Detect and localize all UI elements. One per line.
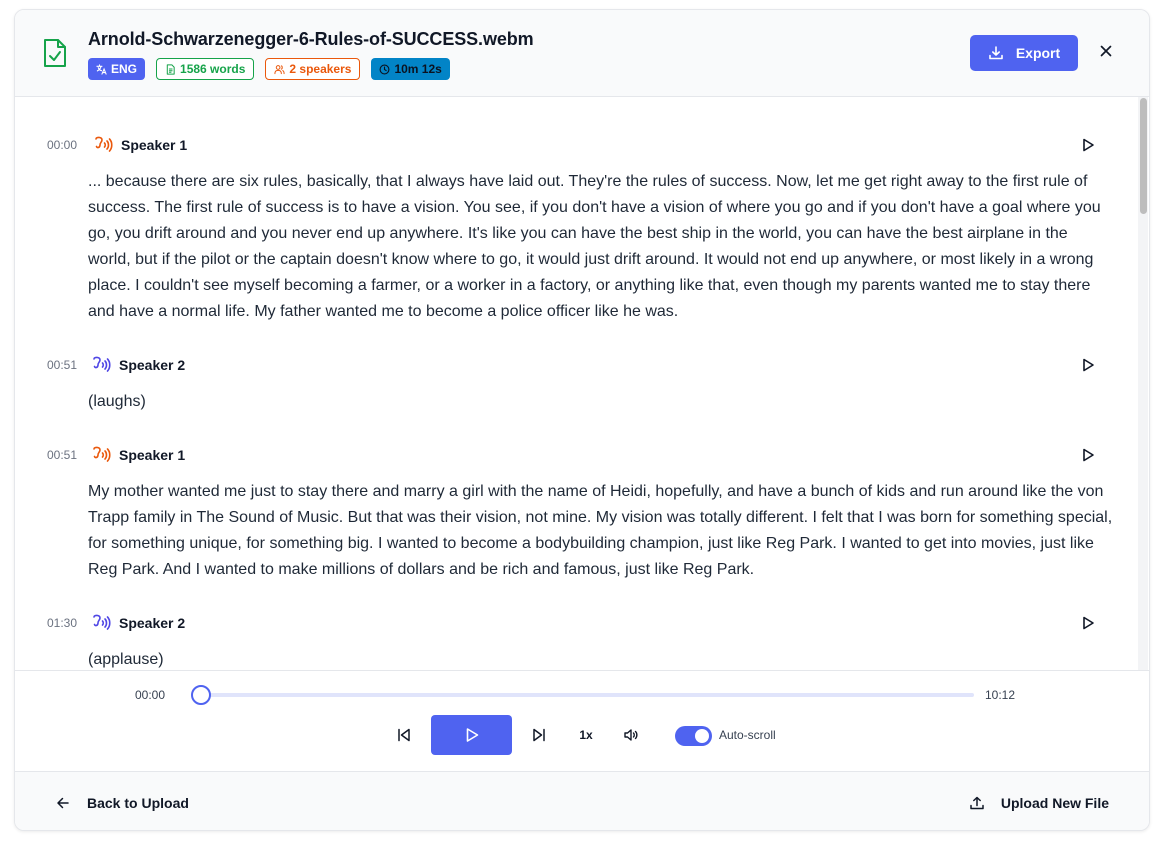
segment-text: My mother wanted me just to stay there a… — [88, 483, 1113, 578]
play-icon — [1083, 616, 1094, 630]
segment-time[interactable]: 01:30 — [47, 616, 77, 630]
transcript-list[interactable]: 00:00 Speaker 1 ... because there are si… — [15, 97, 1149, 670]
language-label: ENG — [111, 62, 138, 76]
autoscroll-label: Auto-scroll — [719, 728, 776, 742]
transcript-scrollbar[interactable] — [1138, 97, 1148, 670]
export-button[interactable]: Export — [970, 35, 1078, 71]
seek-bar-thumb[interactable] — [191, 685, 211, 705]
back-label: Back to Upload — [87, 795, 189, 811]
volume-icon — [624, 729, 638, 741]
play-icon — [1083, 358, 1094, 372]
current-time: 00:00 — [135, 688, 166, 702]
file-title: Arnold-Schwarzenegger-6-Rules-of-SUCCESS… — [88, 29, 534, 49]
speaker-name: Speaker 2 — [119, 357, 186, 373]
upload-label: Upload New File — [1000, 795, 1109, 811]
skip-back-icon — [398, 728, 410, 742]
duration-label: 10m 12s — [394, 62, 442, 76]
speaker-name: Speaker 1 — [121, 137, 188, 153]
play-icon — [1083, 138, 1094, 152]
speaker-voice-icon — [93, 446, 111, 462]
users-icon — [274, 64, 285, 74]
word-count-badge: 1586 words — [156, 58, 255, 80]
file-badges: ENG 1586 words 2 speakers 10m 12s — [88, 58, 450, 80]
segment-play-button[interactable] — [1079, 446, 1097, 464]
transcript-segment: 01:30 Speaker 2 (applause) — [15, 613, 1135, 668]
transcript-segment: 00:51 Speaker 1 My mother wanted me just… — [15, 445, 1135, 578]
segment-text: ... because there are six rules, basical… — [88, 173, 1101, 320]
clock-icon — [380, 64, 390, 74]
transcript-segment: 00:00 Speaker 1 ... because there are si… — [15, 135, 1135, 320]
arrow-left-icon — [57, 797, 69, 809]
segment-time[interactable]: 00:00 — [47, 138, 77, 152]
transcript-segment: 00:51 Speaker 2 (laughs) — [15, 355, 1135, 410]
playback-speed-button[interactable]: 1x — [575, 726, 597, 744]
word-count-label: 1586 words — [180, 62, 246, 76]
transcript-card: Arnold-Schwarzenegger-6-Rules-of-SUCCESS… — [14, 9, 1150, 831]
play-icon — [466, 728, 478, 742]
document-icon — [166, 63, 175, 75]
total-time: 10:12 — [985, 688, 1016, 702]
duration-badge: 10m 12s — [371, 58, 450, 80]
download-icon — [989, 46, 1003, 60]
speaker-voice-icon — [95, 136, 113, 152]
close-icon — [1100, 45, 1112, 57]
segment-text: (applause) — [88, 651, 164, 668]
segment-time[interactable]: 00:51 — [47, 358, 77, 372]
close-button[interactable] — [1096, 41, 1116, 61]
speaker-name: Speaker 2 — [119, 615, 186, 631]
segment-play-button[interactable] — [1079, 136, 1097, 154]
speaker-count-badge: 2 speakers — [265, 58, 361, 80]
speaker-count-label: 2 speakers — [289, 62, 352, 76]
play-icon — [1083, 448, 1094, 462]
skip-forward-button[interactable] — [528, 724, 550, 746]
back-to-upload-button[interactable]: Back to Upload — [55, 792, 189, 814]
file-check-icon — [44, 39, 66, 67]
footer: Back to Upload Upload New File — [15, 771, 1149, 830]
scrollbar-thumb[interactable] — [1140, 98, 1147, 214]
translate-icon — [96, 63, 107, 75]
speaker-voice-icon — [93, 356, 111, 372]
upload-icon — [970, 796, 984, 810]
audio-player: 00:00 10:12 1x Auto-scroll — [15, 670, 1149, 771]
volume-button[interactable] — [620, 724, 642, 746]
upload-new-file-button[interactable]: Upload New File — [969, 792, 1109, 814]
segment-text: (laughs) — [88, 393, 146, 410]
segment-play-button[interactable] — [1079, 614, 1097, 632]
toggle-knob — [695, 729, 709, 743]
autoscroll-toggle[interactable] — [675, 726, 712, 746]
language-badge: ENG — [88, 58, 146, 80]
speaker-name: Speaker 1 — [119, 447, 186, 463]
skip-back-button[interactable] — [393, 724, 415, 746]
seek-bar[interactable] — [191, 685, 974, 705]
segment-time[interactable]: 00:51 — [47, 448, 77, 462]
export-label: Export — [1015, 45, 1061, 61]
speaker-voice-icon — [93, 614, 111, 630]
segment-play-button[interactable] — [1079, 356, 1097, 374]
play-button[interactable] — [431, 715, 512, 755]
skip-forward-icon — [533, 728, 545, 742]
header: Arnold-Schwarzenegger-6-Rules-of-SUCCESS… — [15, 10, 1149, 97]
